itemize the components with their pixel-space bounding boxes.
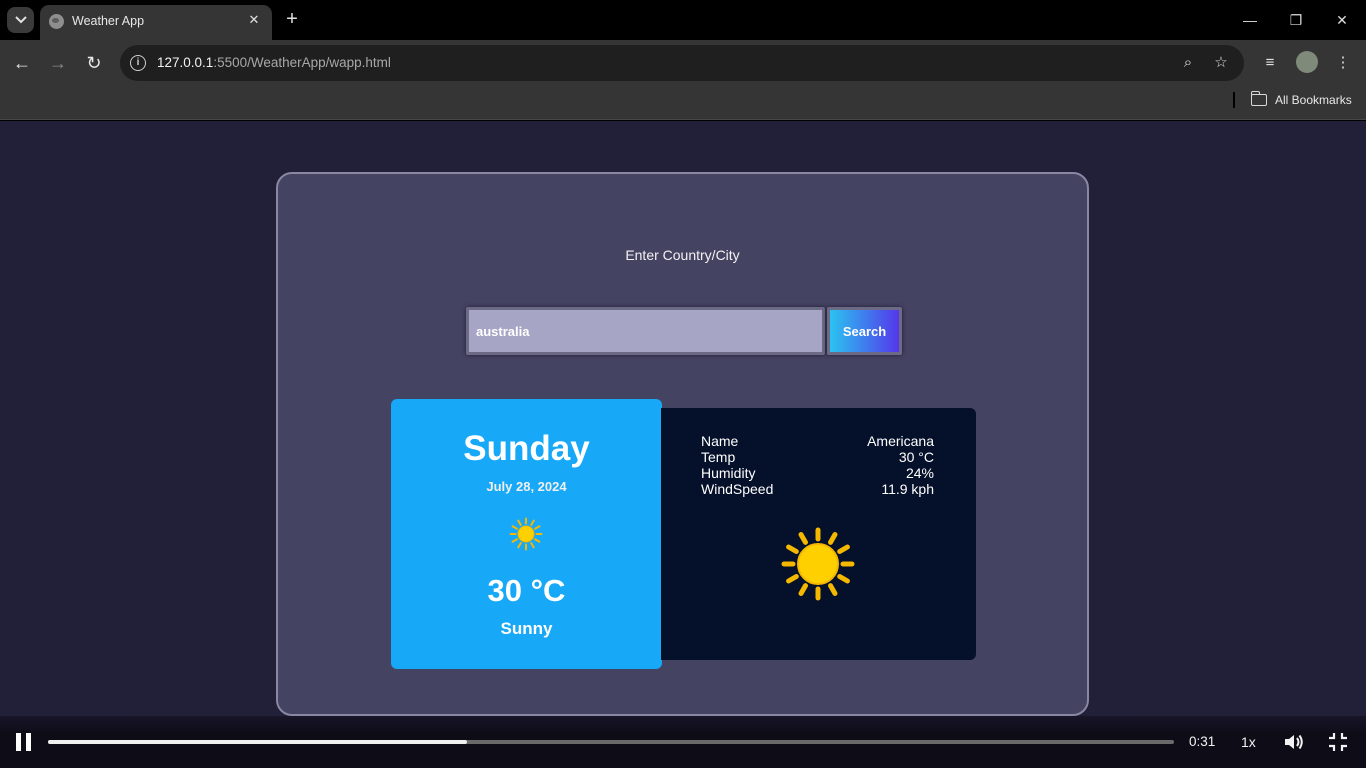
sun-ray xyxy=(530,542,535,549)
detail-row-temp: Temp 30 °C xyxy=(701,449,934,465)
exit-fullscreen-icon[interactable] xyxy=(1326,730,1350,754)
globe-icon xyxy=(49,14,64,29)
profile-avatar[interactable] xyxy=(1296,51,1318,73)
sun-ray xyxy=(511,538,518,543)
zoom-icon[interactable]: ⌕ xyxy=(1178,53,1198,73)
sun-ray xyxy=(828,583,838,596)
more-menu-icon[interactable]: ⋮ xyxy=(1332,52,1354,74)
progress-fill xyxy=(48,740,467,744)
reload-icon[interactable]: ↻ xyxy=(83,52,105,74)
new-tab-button[interactable]: + xyxy=(282,9,302,29)
chevron-down-icon xyxy=(14,16,27,24)
forward-icon[interactable]: → xyxy=(47,52,69,74)
search-button[interactable]: Search xyxy=(827,307,902,355)
address-bar[interactable]: i 127.0.0.1:5500/WeatherApp/wapp.html ⌕ … xyxy=(120,45,1244,81)
weather-app-container: Enter Country/City Search Sunday July 28… xyxy=(276,172,1089,716)
pause-icon[interactable] xyxy=(16,733,32,751)
sun-ray xyxy=(517,519,522,526)
temperature: 30 °C xyxy=(487,573,566,608)
browser-tab[interactable]: Weather App ✕ xyxy=(40,5,272,40)
detail-row-humidity: Humidity 24% xyxy=(701,465,934,481)
close-window-icon[interactable]: ✕ xyxy=(1332,10,1352,30)
tab-title: Weather App xyxy=(72,14,145,28)
close-tab-icon[interactable]: ✕ xyxy=(246,12,262,28)
sun-core xyxy=(517,525,535,543)
browser-toolbar: ← → ↻ i 127.0.0.1:5500/WeatherApp/wapp.h… xyxy=(0,40,1366,86)
sun-ray xyxy=(511,525,518,530)
page-content: Enter Country/City Search Sunday July 28… xyxy=(0,121,1366,768)
progress-bar[interactable] xyxy=(48,740,1174,744)
sun-ray xyxy=(786,544,799,554)
url-text[interactable]: 127.0.0.1:5500/WeatherApp/wapp.html xyxy=(157,55,391,70)
all-bookmarks-button[interactable]: All Bookmarks xyxy=(1275,93,1352,107)
sun-ray xyxy=(798,532,808,545)
city-search-input[interactable] xyxy=(466,307,825,355)
media-control-icon[interactable]: ≡ xyxy=(1259,52,1281,74)
sun-ray xyxy=(534,525,541,530)
video-player-controls: 0:31 1x xyxy=(0,716,1366,768)
sun-ray xyxy=(530,519,535,526)
playback-speed-button[interactable]: 1x xyxy=(1241,734,1256,750)
folder-icon xyxy=(1250,91,1267,106)
title-bar: Weather App ✕ + — ❐ ✕ xyxy=(0,0,1366,40)
search-prompt: Enter Country/City xyxy=(625,247,740,263)
bookmarks-separator xyxy=(1233,92,1235,108)
day-name: Sunday xyxy=(463,429,590,468)
playback-time: 0:31 xyxy=(1189,734,1216,749)
restore-icon[interactable]: ❐ xyxy=(1286,10,1306,30)
sun-ray xyxy=(798,583,808,596)
weather-summary-card: Sunday July 28, 2024 30 °C Sunny xyxy=(391,399,662,669)
condition: Sunny xyxy=(500,619,553,638)
bookmark-star-icon[interactable]: ☆ xyxy=(1211,53,1231,73)
sun-core xyxy=(797,543,839,585)
sun-icon xyxy=(509,517,543,551)
volume-icon[interactable] xyxy=(1282,730,1306,754)
detail-row-windspeed: WindSpeed 11.9 kph xyxy=(701,481,934,497)
minimize-icon[interactable]: — xyxy=(1240,10,1260,30)
tab-search-button[interactable] xyxy=(7,7,34,33)
site-info-icon[interactable]: i xyxy=(130,55,146,71)
sun-ray xyxy=(517,542,522,549)
sun-ray xyxy=(786,574,799,584)
date-text: July 28, 2024 xyxy=(486,479,567,494)
sun-icon xyxy=(781,527,855,601)
sun-ray xyxy=(837,574,850,584)
back-icon[interactable]: ← xyxy=(11,52,33,74)
sun-ray xyxy=(534,538,541,543)
sun-ray xyxy=(837,544,850,554)
sun-ray xyxy=(828,532,838,545)
bookmarks-bar: All Bookmarks xyxy=(0,86,1366,120)
weather-details-card: Name Americana Temp 30 °C Humidity 24% W… xyxy=(661,408,976,660)
detail-row-name: Name Americana xyxy=(701,433,934,449)
